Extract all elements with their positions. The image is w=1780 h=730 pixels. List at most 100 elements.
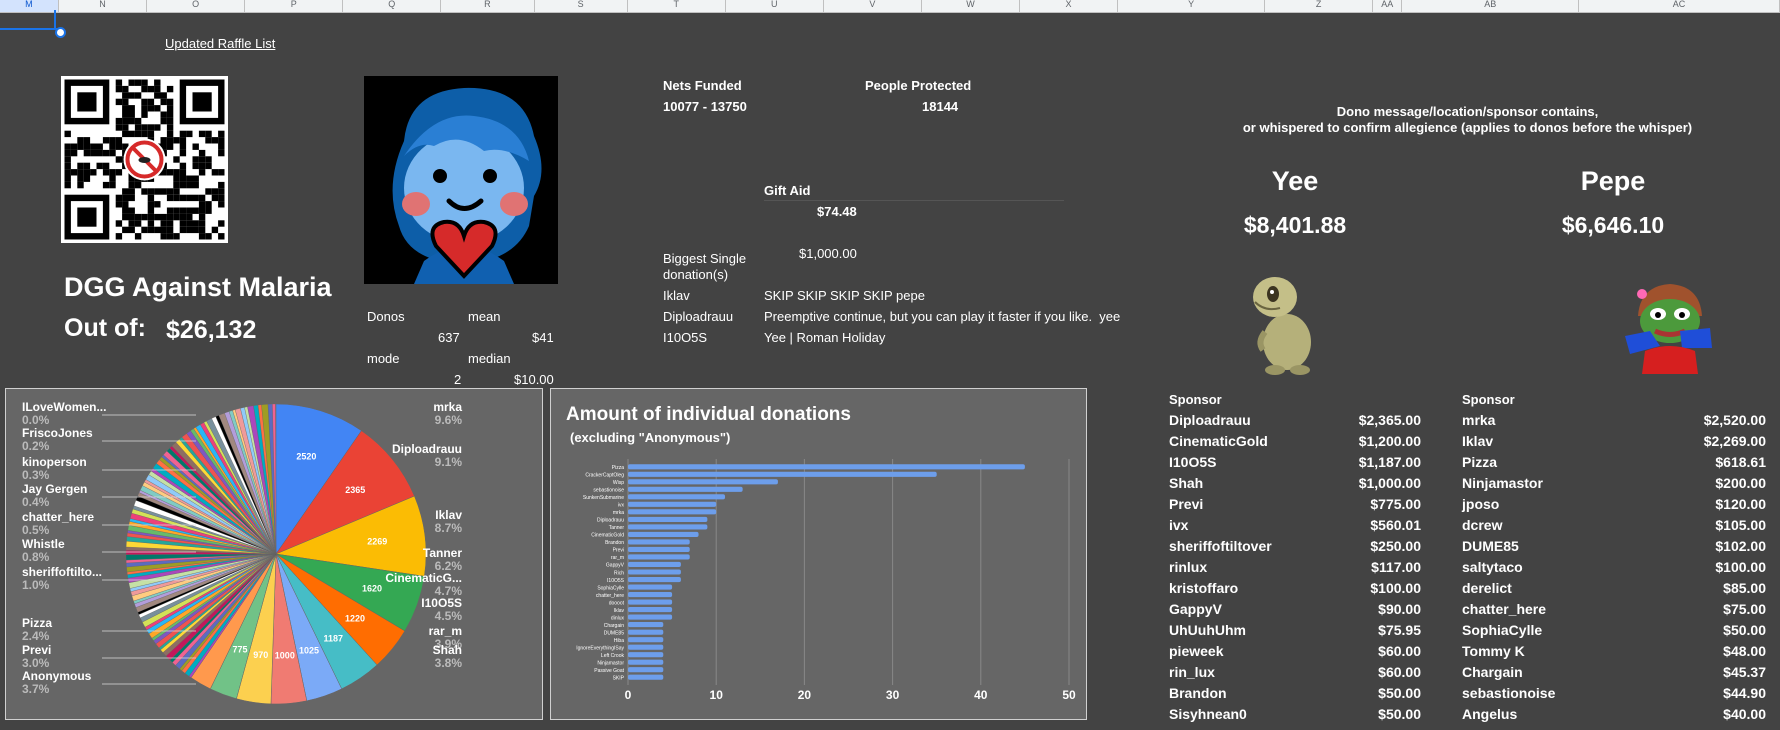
pie-label-percent: 3.7% bbox=[22, 682, 50, 696]
bar bbox=[628, 652, 664, 658]
bar bbox=[628, 607, 673, 613]
yee-sponsor-name: rinlux bbox=[1169, 559, 1208, 575]
pie-label-name: kinoperson bbox=[22, 455, 87, 469]
bar bbox=[628, 464, 1025, 470]
people-protected-value: 18144 bbox=[922, 99, 959, 114]
pepe-sponsor-name: SophiaCylle bbox=[1462, 622, 1543, 638]
pepe-team-label: Pepe bbox=[1580, 166, 1646, 196]
heart-emote-image bbox=[364, 76, 558, 284]
pepe-sponsor-header: Sponsor bbox=[1462, 392, 1515, 407]
bar bbox=[628, 599, 673, 605]
pepe-sponsor-name: mrka bbox=[1462, 412, 1496, 428]
bar-category-label: sebastionoise bbox=[593, 488, 624, 494]
bar-category-label: SophiaCylle bbox=[597, 585, 624, 591]
bar-category-label: Wisp bbox=[613, 480, 624, 486]
bar-chart-panel[interactable]: Amount of individual donations (excludin… bbox=[550, 388, 1087, 720]
donos-value: 637 bbox=[438, 330, 460, 345]
biggest-donation-label: Biggest Single donation(s) bbox=[663, 251, 747, 282]
column-header-q[interactable]: Q bbox=[343, 0, 442, 12]
column-header-u[interactable]: U bbox=[726, 0, 824, 12]
pie-label-percent: 0.4% bbox=[22, 495, 50, 509]
nets-funded-value: 10077 - 13750 bbox=[663, 99, 747, 114]
column-header-aa[interactable]: AA bbox=[1373, 0, 1403, 12]
pie-label-percent: 4.5% bbox=[435, 609, 463, 623]
bar-category-label: Previ bbox=[613, 548, 624, 554]
pie-chart-panel[interactable]: 2520 2365 2269 1620 1220 1187 1025 1000 970 775 mr… bbox=[5, 388, 543, 720]
bar bbox=[628, 509, 717, 515]
bar-category-label: Iklav bbox=[614, 608, 625, 614]
bar bbox=[628, 516, 708, 522]
column-header-ab[interactable]: AB bbox=[1402, 0, 1579, 12]
column-header-z[interactable]: Z bbox=[1265, 0, 1374, 12]
yee-dinosaur-image bbox=[1245, 272, 1325, 377]
bar bbox=[628, 576, 681, 583]
column-header-v[interactable]: V bbox=[824, 0, 922, 12]
yee-sponsor-name: pieweek bbox=[1169, 643, 1224, 659]
pepe-sponsor-amount: $2,269.00 bbox=[1703, 433, 1766, 449]
goal-label: Out of: bbox=[64, 314, 146, 342]
bar-plot-area bbox=[628, 459, 1069, 685]
nets-funded-label: Nets Funded bbox=[663, 78, 742, 93]
pie-slice-value: 775 bbox=[233, 644, 248, 654]
bar bbox=[628, 486, 743, 492]
donor-pie-chart[interactable]: 2520 2365 2269 1620 12201187 1025 1000 970 775 mr… bbox=[6, 389, 542, 719]
column-header-y[interactable]: Y bbox=[1118, 0, 1266, 12]
bar-category-label: Chargain bbox=[604, 623, 625, 629]
donations-bar-chart[interactable]: 0 10 20 30 40 50 Pizza CrackerCaptOlegWisp sebas… bbox=[551, 389, 1086, 719]
pie-slice-value: 970 bbox=[253, 650, 268, 660]
bar-x-tick: 10 bbox=[710, 688, 724, 702]
pepe-sponsor-name: saltytaco bbox=[1462, 559, 1523, 575]
column-header-p[interactable]: P bbox=[245, 0, 344, 12]
bar-category-label: Passive Goat bbox=[594, 668, 624, 674]
bar-category-label: GappyV bbox=[606, 563, 625, 569]
yee-sponsor-name: Brandon bbox=[1169, 685, 1227, 701]
pie-slice-value: 1220 bbox=[345, 614, 365, 624]
column-header-m[interactable]: M bbox=[0, 0, 59, 12]
goal-value: $26,132 bbox=[166, 316, 257, 344]
column-header-t[interactable]: T bbox=[628, 0, 726, 12]
bar-category-label: CinematicGold bbox=[591, 533, 624, 539]
column-header-s[interactable]: S bbox=[535, 0, 628, 12]
bar bbox=[628, 539, 690, 545]
bar bbox=[628, 659, 664, 665]
people-protected-label: People Protected bbox=[865, 78, 972, 93]
pie-label-name: Diploadrauu bbox=[392, 442, 462, 456]
pie-label-name: ILoveWomen... bbox=[22, 400, 106, 414]
median-value: $10.00 bbox=[514, 372, 554, 387]
yee-sponsor-name: CinematicGold bbox=[1169, 433, 1268, 449]
selection-fill-handle[interactable] bbox=[55, 27, 66, 38]
yee-sponsor-name: Previ bbox=[1169, 496, 1204, 512]
pie-label-name: Previ bbox=[22, 643, 51, 657]
bar-category-label: doooot bbox=[609, 600, 625, 606]
cell-selection-outline bbox=[0, 28, 58, 30]
column-header-o[interactable]: O bbox=[147, 0, 246, 12]
pie-slice-value: 2520 bbox=[296, 452, 316, 462]
selection-handle[interactable] bbox=[54, 10, 56, 29]
pie-label-name: Jay Gergen bbox=[22, 482, 87, 496]
column-header-x[interactable]: X bbox=[1020, 0, 1119, 12]
bar-x-tick: 50 bbox=[1062, 688, 1076, 702]
bar bbox=[628, 524, 708, 530]
column-header-w[interactable]: W bbox=[922, 0, 1020, 12]
bar-category-label: I10O5S bbox=[607, 578, 625, 584]
column-header-r[interactable]: R bbox=[441, 0, 535, 12]
bar-x-tick: 30 bbox=[886, 688, 900, 702]
column-header-n[interactable]: N bbox=[59, 0, 148, 12]
qr-code[interactable] bbox=[61, 76, 228, 243]
pie-label-percent: 1.0% bbox=[22, 578, 50, 592]
updated-raffle-list-link[interactable]: Updated Raffle List bbox=[165, 36, 275, 51]
pepe-sponsor-name: Chargain bbox=[1462, 664, 1523, 680]
bar-category-label: DUME85 bbox=[604, 630, 625, 636]
bar-category-label: Brandon bbox=[605, 540, 624, 546]
yee-sponsor-name: UhUuhUhm bbox=[1169, 622, 1246, 638]
pie-label-name: Iklav bbox=[435, 508, 462, 522]
pie-label-name: Whistle bbox=[22, 537, 65, 551]
gift-aid-value: $74.48 bbox=[817, 204, 857, 219]
mode-label: mode bbox=[367, 351, 400, 366]
yee-sponsor-name: Shah bbox=[1169, 475, 1204, 491]
yee-sponsor-name: kristoffaro bbox=[1169, 580, 1239, 596]
column-header-ac[interactable]: AC bbox=[1579, 0, 1780, 12]
pepe-sponsor-amount: $120.00 bbox=[1715, 496, 1766, 512]
yee-sponsor-header: Sponsor bbox=[1169, 392, 1222, 407]
pepe-sponsor-name: Ninjamastor bbox=[1462, 475, 1543, 491]
